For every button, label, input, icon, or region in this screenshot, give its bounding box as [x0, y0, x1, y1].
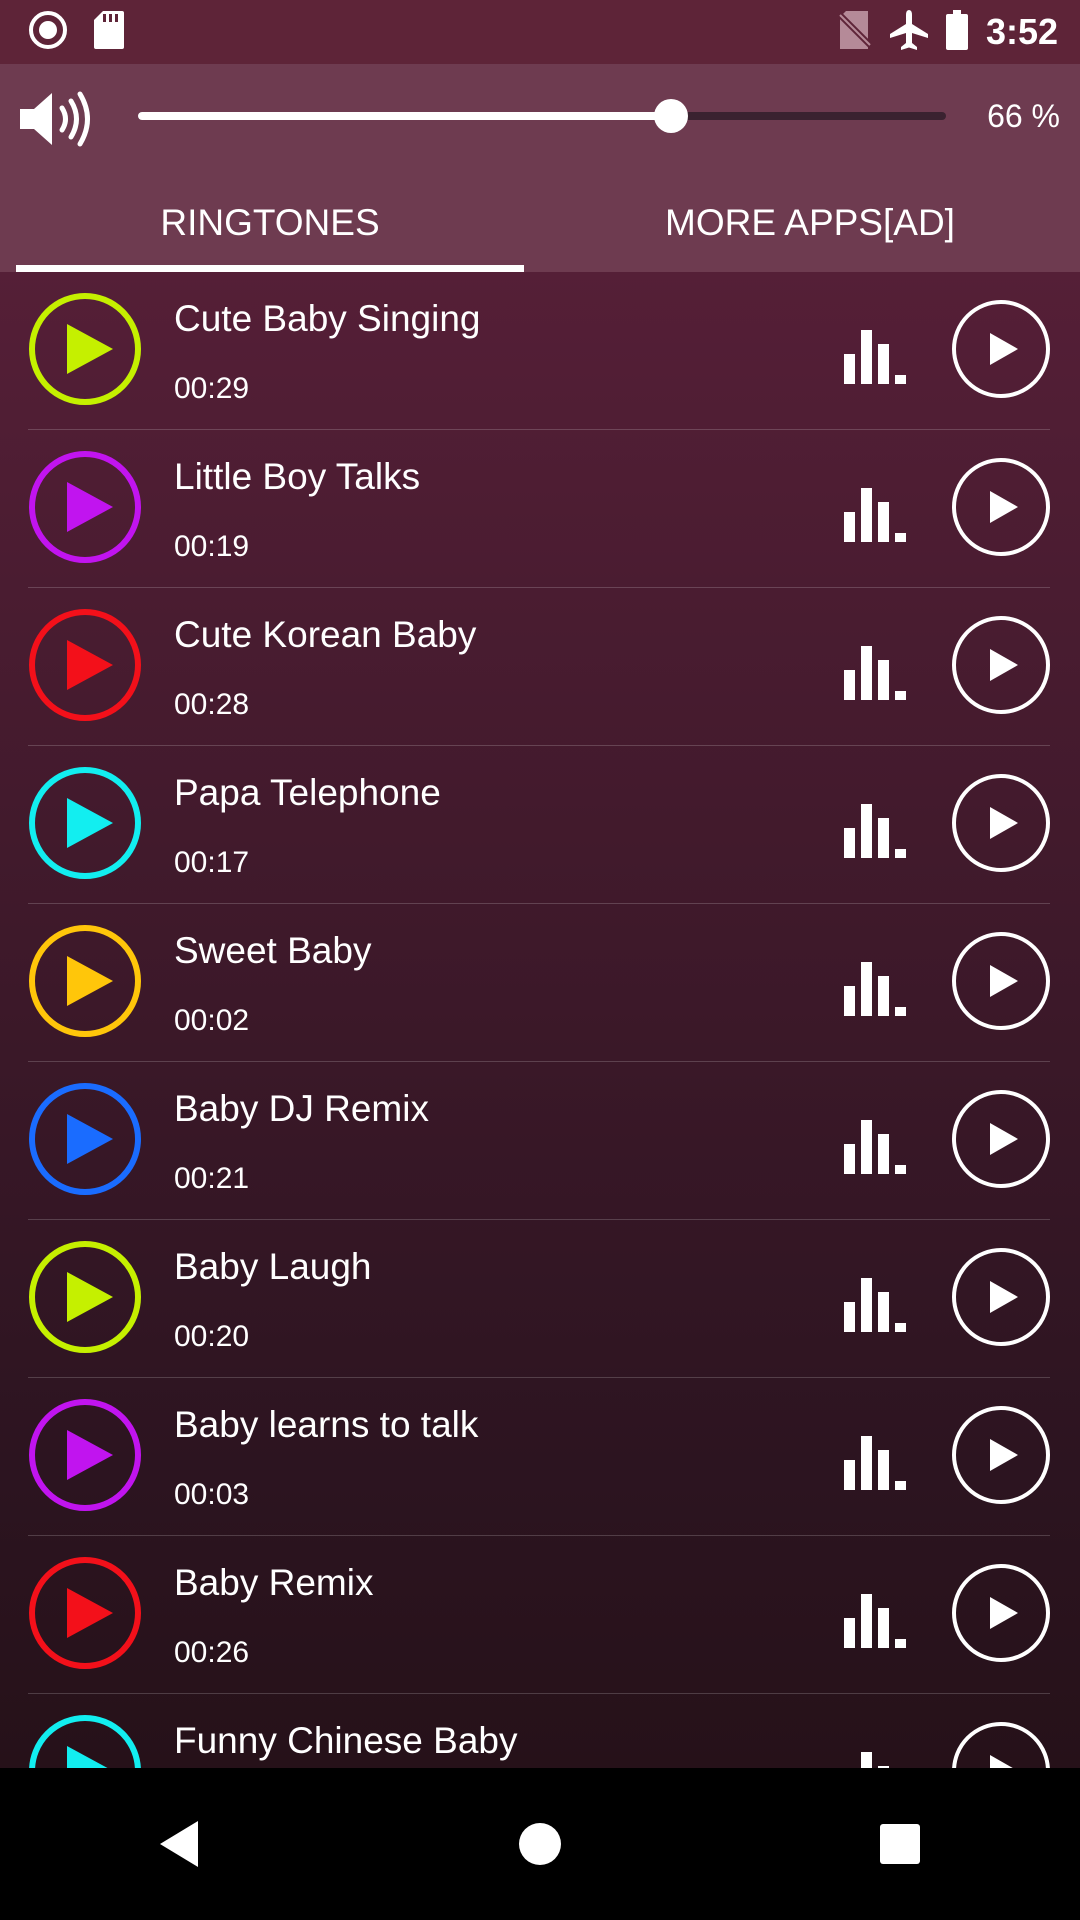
no-sim-icon — [835, 10, 875, 54]
ringtone-title: Baby Laugh — [174, 1246, 372, 1287]
ringtone-duration: 00:19 — [174, 530, 250, 563]
volume-percent: 66 % — [987, 98, 1060, 134]
ringtone-title: Sweet Baby — [174, 930, 372, 971]
clock-time: 3:52 — [985, 11, 1058, 52]
ringtone-duration: 00:29 — [174, 372, 250, 405]
tab-bar: RINGTONES MORE APPS[AD] — [0, 174, 1080, 272]
ringtone-row[interactable]: Funny Chinese Baby — [0, 1694, 1080, 1768]
play-icon[interactable] — [28, 1082, 142, 1196]
equalizer-icon[interactable] — [844, 1116, 910, 1174]
ringtone-title: Funny Chinese Baby — [174, 1720, 518, 1761]
ringtone-duration: 00:26 — [174, 1636, 250, 1669]
equalizer-icon[interactable] — [844, 1590, 910, 1648]
preview-play-button[interactable] — [950, 1246, 1052, 1348]
status-bar: 3:52 — [0, 0, 1080, 64]
ringtone-title: Cute Korean Baby — [174, 614, 477, 655]
battery-icon — [945, 9, 968, 55]
play-icon[interactable] — [28, 450, 142, 564]
ringtone-duration: 00:02 — [174, 1004, 250, 1037]
ringtone-duration: 00:17 — [174, 846, 250, 879]
tab-label: RINGTONES — [160, 202, 380, 243]
equalizer-icon[interactable] — [844, 642, 910, 700]
back-icon[interactable] — [120, 1784, 240, 1904]
ringtone-row[interactable]: Baby Remix 00:26 — [0, 1536, 1080, 1694]
ringtone-row[interactable]: Cute Baby Singing 00:29 — [0, 272, 1080, 430]
volume-control: 66 % — [0, 64, 1080, 174]
equalizer-icon[interactable] — [844, 326, 910, 384]
volume-slider-thumb[interactable] — [654, 99, 689, 133]
speaker-icon[interactable] — [18, 90, 92, 153]
tab-indicator — [16, 265, 524, 272]
ringtone-duration: 00:21 — [174, 1162, 250, 1195]
equalizer-icon[interactable] — [844, 1748, 910, 1768]
ringtone-row[interactable]: Baby Laugh 00:20 — [0, 1220, 1080, 1378]
ringtone-title: Little Boy Talks — [174, 456, 421, 497]
equalizer-icon[interactable] — [844, 1274, 910, 1332]
play-icon[interactable] — [28, 608, 142, 722]
ringtone-duration: 00:03 — [174, 1478, 250, 1511]
ringtone-duration: 00:28 — [174, 688, 250, 721]
preview-play-button[interactable] — [950, 1088, 1052, 1190]
preview-play-button[interactable] — [950, 614, 1052, 716]
ringtone-duration: 00:20 — [174, 1320, 250, 1353]
ringtone-row[interactable]: Baby DJ Remix 00:21 — [0, 1062, 1080, 1220]
equalizer-icon[interactable] — [844, 800, 910, 858]
sd-card-icon — [94, 10, 124, 54]
ringtone-row[interactable]: Papa Telephone 00:17 — [0, 746, 1080, 904]
volume-slider-fill — [138, 112, 672, 120]
ringtone-title: Baby learns to talk — [174, 1404, 479, 1445]
preview-play-button[interactable] — [950, 1404, 1052, 1506]
preview-play-button[interactable] — [950, 298, 1052, 400]
play-icon[interactable] — [28, 924, 142, 1038]
ringtone-title: Cute Baby Singing — [174, 298, 481, 339]
ringtone-title: Baby Remix — [174, 1562, 374, 1603]
tab-label: MORE APPS[AD] — [665, 202, 955, 243]
ringtone-row[interactable]: Cute Korean Baby 00:28 — [0, 588, 1080, 746]
play-icon[interactable] — [28, 292, 142, 406]
ringtone-row[interactable]: Sweet Baby 00:02 — [0, 904, 1080, 1062]
play-icon[interactable] — [28, 1714, 142, 1768]
preview-play-button[interactable] — [950, 456, 1052, 558]
preview-play-button[interactable] — [950, 1720, 1052, 1768]
equalizer-icon[interactable] — [844, 484, 910, 542]
equalizer-icon[interactable] — [844, 958, 910, 1016]
ringtone-row[interactable]: Little Boy Talks 00:19 — [0, 430, 1080, 588]
volume-slider[interactable] — [138, 99, 946, 133]
ringtone-title: Baby DJ Remix — [174, 1088, 429, 1129]
equalizer-icon[interactable] — [844, 1432, 910, 1490]
preview-play-button[interactable] — [950, 930, 1052, 1032]
play-icon[interactable] — [28, 1556, 142, 1670]
ringtone-list[interactable]: Cute Baby Singing 00:29 Little Boy Talks… — [0, 272, 1080, 1768]
preview-play-button[interactable] — [950, 772, 1052, 874]
recents-icon[interactable] — [840, 1784, 960, 1904]
home-icon[interactable] — [480, 1784, 600, 1904]
play-icon[interactable] — [28, 1398, 142, 1512]
preview-play-button[interactable] — [950, 1562, 1052, 1664]
airplane-mode-icon — [889, 9, 928, 55]
record-icon — [28, 10, 68, 55]
ringtone-row[interactable]: Baby learns to talk 00:03 — [0, 1378, 1080, 1536]
tab-ringtones[interactable]: RINGTONES — [0, 174, 540, 272]
tab-more-apps[interactable]: MORE APPS[AD] — [540, 174, 1080, 272]
play-icon[interactable] — [28, 766, 142, 880]
play-icon[interactable] — [28, 1240, 142, 1354]
ringtone-title: Papa Telephone — [174, 772, 441, 813]
app-header: 66 % RINGTONES MORE APPS[AD] — [0, 64, 1080, 272]
navigation-bar — [0, 1768, 1080, 1920]
